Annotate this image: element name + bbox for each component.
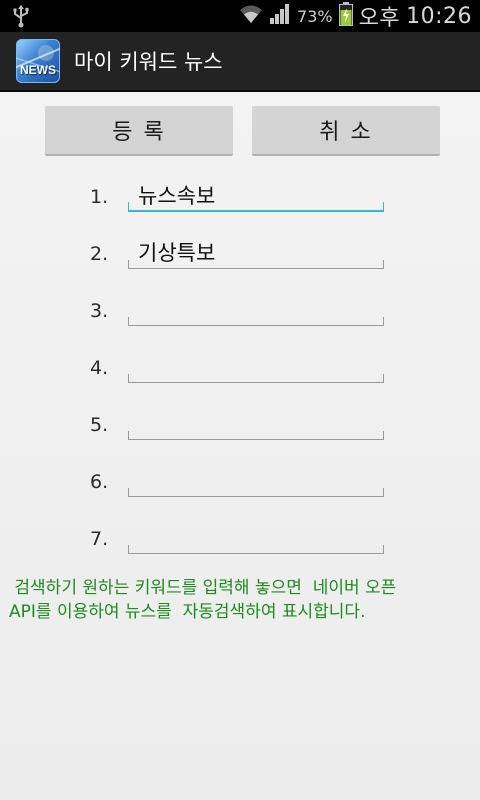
battery-charging-icon (338, 2, 353, 30)
input-underline (128, 317, 384, 326)
keyword-row-7: 7. (0, 516, 480, 560)
clock-am-pm: 오후 (358, 6, 401, 31)
clock-time: 10:26 (406, 3, 472, 29)
keyword-number: 5. (90, 414, 109, 436)
keyword-number: 1. (90, 186, 109, 208)
input-underline (128, 545, 384, 554)
input-underline (128, 202, 384, 212)
app-icon-label: NEWS (20, 63, 56, 77)
keyword-input-7[interactable] (128, 518, 384, 554)
signal-icon (269, 3, 291, 29)
cancel-button[interactable]: 취 소 (252, 106, 440, 156)
keyword-row-4: 4. (0, 345, 480, 389)
keyword-number: 4. (90, 357, 109, 379)
keyword-input-4[interactable] (128, 347, 384, 383)
keyword-row-1: 1. 뉴스속보 (0, 174, 480, 218)
help-text-line-2: API를 이용하여 뉴스를 자동검색하여 표시합니다. (9, 602, 366, 622)
usb-icon (12, 4, 30, 32)
keyword-input-5[interactable] (128, 404, 384, 440)
help-text-line-1: 검색하기 원하는 키워드를 입력해 놓으면 네이버 오픈 (9, 578, 397, 598)
keyword-row-5: 5. (0, 402, 480, 446)
action-bar: NEWS 마이 키워드 뉴스 (0, 32, 480, 92)
keyword-number: 3. (90, 300, 109, 322)
news-app-icon[interactable]: NEWS (16, 39, 60, 83)
keyword-row-3: 3. (0, 288, 480, 332)
input-underline (128, 488, 384, 497)
keyword-number: 6. (90, 471, 109, 493)
input-underline (128, 431, 384, 440)
input-underline (128, 374, 384, 383)
input-underline (128, 260, 384, 269)
keyword-row-2: 2. 기상특보 (0, 231, 480, 275)
keyword-input-2[interactable]: 기상특보 (128, 233, 384, 269)
keyword-input-6[interactable] (128, 461, 384, 497)
keyword-number: 2. (90, 243, 109, 265)
battery-percent: 73% (297, 6, 333, 26)
help-text: 검색하기 원하는 키워드를 입력해 놓으면 네이버 오픈 API를 이용하여 뉴… (9, 576, 474, 624)
keyword-row-6: 6. (0, 459, 480, 503)
keyword-input-1[interactable]: 뉴스속보 (128, 176, 384, 212)
keyword-form: 등 록 취 소 1. 뉴스속보 2. 기상특보 3. 4. 5. 6. 7. 검… (0, 92, 480, 800)
register-button[interactable]: 등 록 (45, 106, 233, 156)
keyword-input-3[interactable] (128, 290, 384, 326)
wifi-icon (239, 3, 263, 29)
status-bar: 73% 오후 10:26 (0, 0, 480, 32)
keyword-number: 7. (90, 528, 109, 550)
app-title: 마이 키워드 뉴스 (74, 50, 223, 74)
